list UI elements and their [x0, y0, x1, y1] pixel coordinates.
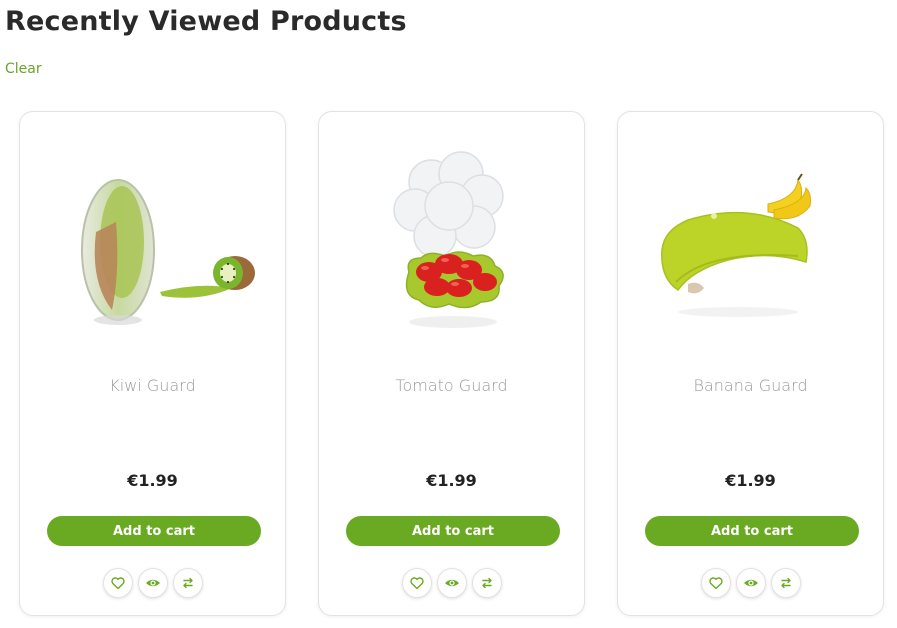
- wishlist-button[interactable]: [700, 568, 731, 598]
- product-image-kiwi-guard[interactable]: [50, 132, 257, 352]
- tomato-guard-image: [393, 151, 504, 328]
- quick-view-button[interactable]: [436, 568, 467, 598]
- quick-view-button[interactable]: [137, 568, 168, 598]
- product-actions: [618, 568, 883, 598]
- product-card: Kiwi Guard €1.99 Add to cart: [19, 111, 286, 616]
- add-to-cart-button[interactable]: Add to cart: [346, 516, 560, 546]
- product-image-banana-guard[interactable]: [648, 132, 855, 352]
- eye-icon: [444, 579, 459, 587]
- compare-button[interactable]: [172, 568, 203, 598]
- eye-icon: [743, 579, 758, 587]
- compare-button[interactable]: [770, 568, 801, 598]
- product-name[interactable]: Banana Guard: [618, 376, 883, 395]
- product-name[interactable]: Kiwi Guard: [20, 376, 285, 395]
- product-image-tomato-guard[interactable]: [349, 132, 556, 352]
- wishlist-button[interactable]: [102, 568, 133, 598]
- compare-arrows-icon: [481, 577, 492, 589]
- add-to-cart-button[interactable]: Add to cart: [47, 516, 261, 546]
- compare-arrows-icon: [780, 577, 791, 589]
- heart-icon: [409, 577, 424, 590]
- product-price: €1.99: [426, 471, 477, 490]
- page-title: Recently Viewed Products: [5, 6, 407, 37]
- eye-icon: [145, 579, 160, 587]
- compare-button[interactable]: [471, 568, 502, 598]
- heart-icon: [708, 577, 723, 590]
- clear-link[interactable]: Clear: [5, 61, 42, 77]
- add-to-cart-button[interactable]: Add to cart: [645, 516, 859, 546]
- heart-icon: [110, 577, 125, 590]
- kiwi-guard-image: [81, 179, 255, 325]
- product-price: €1.99: [725, 471, 776, 490]
- wishlist-button[interactable]: [401, 568, 432, 598]
- compare-arrows-icon: [182, 577, 193, 589]
- product-card: Tomato Guard €1.99 Add to cart: [318, 111, 585, 616]
- quick-view-button[interactable]: [735, 568, 766, 598]
- product-price: €1.99: [127, 471, 178, 490]
- product-actions: [319, 568, 584, 598]
- product-card: Banana Guard €1.99 Add to cart: [617, 111, 884, 616]
- banana-guard-image: [661, 173, 811, 317]
- product-actions: [20, 568, 285, 598]
- product-name[interactable]: Tomato Guard: [319, 376, 584, 395]
